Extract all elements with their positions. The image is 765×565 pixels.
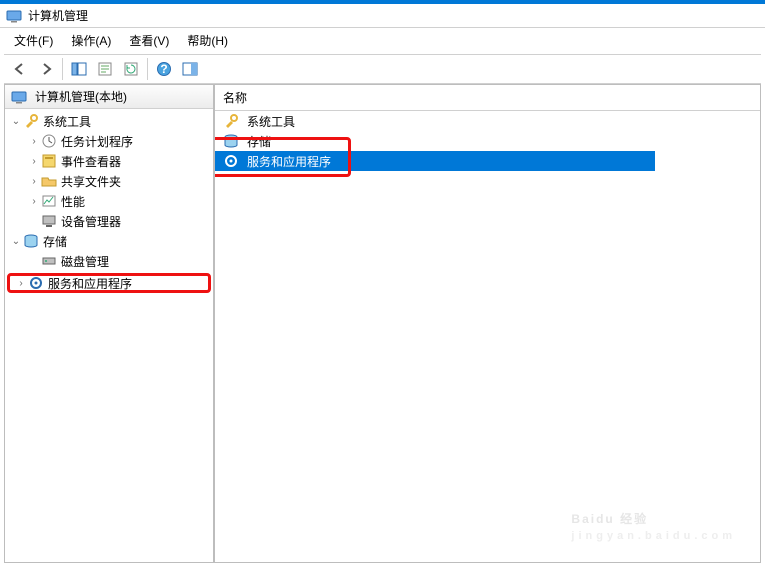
storage-icon <box>23 233 39 249</box>
properties-button[interactable] <box>93 57 117 81</box>
chevron-down-icon[interactable]: ⌄ <box>9 236 23 247</box>
services-icon <box>223 153 239 169</box>
tree-node-device-manager[interactable]: 设备管理器 <box>5 211 213 231</box>
clock-icon <box>41 133 57 149</box>
list-item-storage[interactable]: 存储 <box>215 131 760 151</box>
svg-text:?: ? <box>160 62 167 76</box>
back-arrow-icon <box>12 61 28 77</box>
list-item-label: 系统工具 <box>247 113 295 130</box>
chevron-right-icon[interactable]: › <box>27 176 41 187</box>
titlebar: 计算机管理 <box>0 0 765 28</box>
tree-node-shared-folders[interactable]: › 共享文件夹 <box>5 171 213 191</box>
list-item-label: 存储 <box>247 133 271 150</box>
watermark: Baidu 经验 jingyan.baidu.com <box>571 498 736 542</box>
menu-view[interactable]: 查看(V) <box>121 30 177 51</box>
window-title: 计算机管理 <box>28 7 88 24</box>
disk-icon <box>41 253 57 269</box>
tree-node-disk-management[interactable]: 磁盘管理 <box>5 251 213 271</box>
chevron-right-icon[interactable]: › <box>27 156 41 167</box>
forward-button[interactable] <box>34 57 58 81</box>
tree-node-storage[interactable]: ⌄ 存储 <box>5 231 213 251</box>
computer-management-icon <box>11 89 27 105</box>
chevron-right-icon[interactable]: › <box>14 278 28 289</box>
tree-node-event-viewer[interactable]: › 事件查看器 <box>5 151 213 171</box>
separator <box>62 58 63 80</box>
chevron-down-icon[interactable]: ⌄ <box>9 116 23 127</box>
refresh-icon <box>123 61 139 77</box>
tree-label: 磁盘管理 <box>61 253 109 270</box>
chevron-right-icon[interactable]: › <box>27 136 41 147</box>
services-icon <box>28 275 44 291</box>
shared-folder-icon <box>41 173 57 189</box>
toolbar: ? <box>4 54 761 84</box>
back-button[interactable] <box>8 57 32 81</box>
device-manager-icon <box>41 213 57 229</box>
chevron-right-icon[interactable]: › <box>27 196 41 207</box>
tree-node-system-tools[interactable]: ⌄ 系统工具 <box>5 111 213 131</box>
separator <box>147 58 148 80</box>
computer-management-icon <box>6 8 22 24</box>
properties-icon <box>97 61 113 77</box>
tree-label: 设备管理器 <box>61 213 121 230</box>
details-pane-icon <box>182 61 198 77</box>
help-icon: ? <box>156 61 172 77</box>
tree-label: 存储 <box>43 233 67 250</box>
menu-help[interactable]: 帮助(H) <box>179 30 236 51</box>
tree-label: 事件查看器 <box>61 153 121 170</box>
menu-file[interactable]: 文件(F) <box>6 30 61 51</box>
tools-icon <box>223 113 239 129</box>
menubar: 文件(F) 操作(A) 查看(V) 帮助(H) <box>0 28 765 52</box>
tree-node-task-scheduler[interactable]: › 任务计划程序 <box>5 131 213 151</box>
list-item-label: 服务和应用程序 <box>247 153 331 170</box>
watermark-sub: jingyan.baidu.com <box>571 530 736 542</box>
forward-arrow-icon <box>38 61 54 77</box>
list-item-services-apps[interactable]: 服务和应用程序 <box>215 151 655 171</box>
event-viewer-icon <box>41 153 57 169</box>
tree-node-performance[interactable]: › 性能 <box>5 191 213 211</box>
show-hide-tree-button[interactable] <box>67 57 91 81</box>
tree-label: 任务计划程序 <box>61 133 133 150</box>
performance-icon <box>41 193 57 209</box>
tree-root-label: 计算机管理(本地) <box>35 88 127 105</box>
tree-label: 服务和应用程序 <box>48 275 132 292</box>
panes-icon <box>71 61 87 77</box>
tree-label: 共享文件夹 <box>61 173 121 190</box>
main-content: 计算机管理(本地) ⌄ 系统工具 › 任务计划程序 › 事件查看器 › 共享文件… <box>4 84 761 563</box>
storage-icon <box>223 133 239 149</box>
tree-label: 系统工具 <box>43 113 91 130</box>
column-header-name[interactable]: 名称 <box>215 85 760 111</box>
tree-label: 性能 <box>61 193 85 210</box>
watermark-brand: Baidu 经验 <box>571 512 648 526</box>
refresh-button[interactable] <box>119 57 143 81</box>
help-button[interactable]: ? <box>152 57 176 81</box>
detail-panel: 名称 系统工具 存储 服务和应用程序 Baidu 经验 jingyan.baid… <box>215 85 760 562</box>
list-item-system-tools[interactable]: 系统工具 <box>215 111 760 131</box>
menu-action[interactable]: 操作(A) <box>63 30 119 51</box>
tree-root-header[interactable]: 计算机管理(本地) <box>5 85 213 109</box>
tree-node-services-apps[interactable]: › 服务和应用程序 <box>7 273 211 293</box>
details-button[interactable] <box>178 57 202 81</box>
tree-panel: 计算机管理(本地) ⌄ 系统工具 › 任务计划程序 › 事件查看器 › 共享文件… <box>5 85 215 562</box>
tools-icon <box>23 113 39 129</box>
